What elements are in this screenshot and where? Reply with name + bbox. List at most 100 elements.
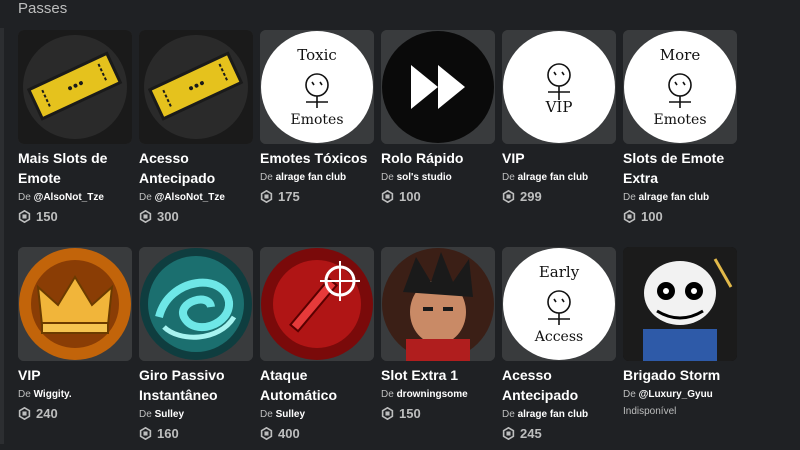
crosshair-sword-icon[interactable] xyxy=(260,247,374,361)
pass-price: 150 xyxy=(18,209,132,224)
golden-ticket-icon[interactable] xyxy=(18,30,132,144)
pass-card[interactable]: More Emotes Slots de Emote Extra De alrag… xyxy=(623,30,737,233)
pass-price: 400 xyxy=(260,426,374,441)
pass-creator: De alrage fan club xyxy=(623,191,737,205)
robux-icon xyxy=(18,407,31,420)
creator-link[interactable]: @AlsoNot_Tze xyxy=(34,192,104,203)
pass-card[interactable]: Acesso Antecipado De @AlsoNot_Tze 300 xyxy=(139,30,253,233)
divider xyxy=(0,28,4,444)
pass-price: 299 xyxy=(502,189,616,204)
creator-link[interactable]: alrage fan club xyxy=(276,172,347,183)
price-value: 150 xyxy=(36,209,58,224)
pass-creator: De alrage fan club xyxy=(502,408,616,422)
status-label: Indisponível xyxy=(623,406,677,417)
creator-prefix: De xyxy=(18,192,31,203)
golden-crown-icon[interactable] xyxy=(18,247,132,361)
vip-sketch[interactable]: VIP xyxy=(502,30,616,144)
price-value: 400 xyxy=(278,426,300,441)
creator-link[interactable]: alrage fan club xyxy=(518,409,589,420)
pass-name[interactable]: Acesso Antecipado xyxy=(502,365,616,405)
pass-card[interactable]: Ataque Automático De Sulley 400 xyxy=(260,247,374,450)
price-value: 299 xyxy=(520,189,542,204)
creator-link[interactable]: sol's studio xyxy=(397,172,452,183)
pass-name[interactable]: Rolo Rápido xyxy=(381,148,495,168)
creator-prefix: De xyxy=(502,172,515,183)
pass-name[interactable]: Ataque Automático xyxy=(260,365,374,405)
pass-card[interactable]: VIP VIP De alrage fan club 299 xyxy=(502,30,616,233)
pass-creator: De @AlsoNot_Tze xyxy=(18,191,132,205)
pass-card[interactable]: Giro Passivo Instantâneo De Sulley 160 xyxy=(139,247,253,450)
pass-price: 300 xyxy=(139,209,253,224)
pass-card[interactable]: Rolo Rápido De sol's studio 100 xyxy=(381,30,495,233)
more-emotes-sketch[interactable]: More Emotes xyxy=(623,30,737,144)
pass-price: 100 xyxy=(381,189,495,204)
fast-forward-icon[interactable] xyxy=(381,30,495,144)
pass-creator: De drowningsome xyxy=(381,388,495,402)
pass-card[interactable]: Slot Extra 1 De drowningsome 150 xyxy=(381,247,495,450)
price-value: 100 xyxy=(641,209,663,224)
robux-icon xyxy=(623,210,636,223)
price-value: 240 xyxy=(36,406,58,421)
robux-icon xyxy=(260,427,273,440)
creator-link[interactable]: @Luxury_Gyuu xyxy=(639,389,713,400)
robux-icon xyxy=(502,427,515,440)
svg-text:Emotes: Emotes xyxy=(290,112,343,128)
creator-link[interactable]: Wiggity. xyxy=(34,389,72,400)
creator-link[interactable]: alrage fan club xyxy=(639,192,710,203)
creator-prefix: De xyxy=(623,389,636,400)
toxic-emotes-sketch[interactable]: Toxic Emotes xyxy=(260,30,374,144)
svg-text:Access: Access xyxy=(534,329,583,345)
price-value: 300 xyxy=(157,209,179,224)
pass-creator: De sol's studio xyxy=(381,171,495,185)
creator-link[interactable]: @AlsoNot_Tze xyxy=(155,192,225,203)
price-value: 175 xyxy=(278,189,300,204)
pass-name[interactable]: Giro Passivo Instantâneo xyxy=(139,365,253,405)
pass-card[interactable]: Early Access Acesso Antecipado De alrage … xyxy=(502,247,616,450)
pass-name[interactable]: Slot Extra 1 xyxy=(381,365,495,385)
anime-character-portrait[interactable] xyxy=(381,247,495,361)
pass-price: 150 xyxy=(381,406,495,421)
robux-icon xyxy=(381,190,394,203)
creator-link[interactable]: Sulley xyxy=(155,409,184,420)
creator-link[interactable]: alrage fan club xyxy=(518,172,589,183)
pass-name[interactable]: Acesso Antecipado xyxy=(139,148,253,188)
pass-name[interactable]: VIP xyxy=(18,365,132,385)
pass-card[interactable]: Toxic Emotes Emotes Tóxicos De alrage fan… xyxy=(260,30,374,233)
pass-creator: De Sulley xyxy=(139,408,253,422)
pass-creator: De alrage fan club xyxy=(260,171,374,185)
pass-card[interactable]: Mais Slots de Emote De @AlsoNot_Tze 150 xyxy=(18,30,132,233)
pass-price: 175 xyxy=(260,189,374,204)
robux-icon xyxy=(139,210,152,223)
price-value: 150 xyxy=(399,406,421,421)
teal-swirl-icon[interactable] xyxy=(139,247,253,361)
creator-prefix: De xyxy=(381,172,394,183)
pass-name[interactable]: Emotes Tóxicos xyxy=(260,148,374,168)
pass-card[interactable]: Brigado Storm De @Luxury_Gyuu Indisponível xyxy=(623,247,737,450)
pass-price: 100 xyxy=(623,209,737,224)
section-title: Passes xyxy=(18,0,68,17)
svg-text:Emotes: Emotes xyxy=(653,112,706,128)
pass-creator: De alrage fan club xyxy=(502,171,616,185)
creator-prefix: De xyxy=(139,192,152,203)
svg-text:Early: Early xyxy=(539,263,580,281)
golden-ticket-icon[interactable] xyxy=(139,30,253,144)
robux-icon xyxy=(18,210,31,223)
creator-link[interactable]: drowningsome xyxy=(397,389,468,400)
pass-name[interactable]: Mais Slots de Emote xyxy=(18,148,132,188)
pass-grid: Mais Slots de Emote De @AlsoNot_Tze 150 Ac… xyxy=(18,30,737,450)
pass-name[interactable]: VIP xyxy=(502,148,616,168)
pass-price: 245 xyxy=(502,426,616,441)
creator-prefix: De xyxy=(502,409,515,420)
pass-creator: De @Luxury_Gyuu xyxy=(623,388,737,402)
skeleton-character-portrait[interactable] xyxy=(623,247,737,361)
robux-icon xyxy=(502,190,515,203)
pass-card[interactable]: VIP De Wiggity. 240 xyxy=(18,247,132,450)
creator-link[interactable]: Sulley xyxy=(276,409,305,420)
pass-name[interactable]: Slots de Emote Extra xyxy=(623,148,737,188)
price-value: 245 xyxy=(520,426,542,441)
early-access-sketch[interactable]: Early Access xyxy=(502,247,616,361)
pass-name[interactable]: Brigado Storm xyxy=(623,365,737,385)
pass-creator: De Sulley xyxy=(260,408,374,422)
creator-prefix: De xyxy=(623,192,636,203)
robux-icon xyxy=(260,190,273,203)
